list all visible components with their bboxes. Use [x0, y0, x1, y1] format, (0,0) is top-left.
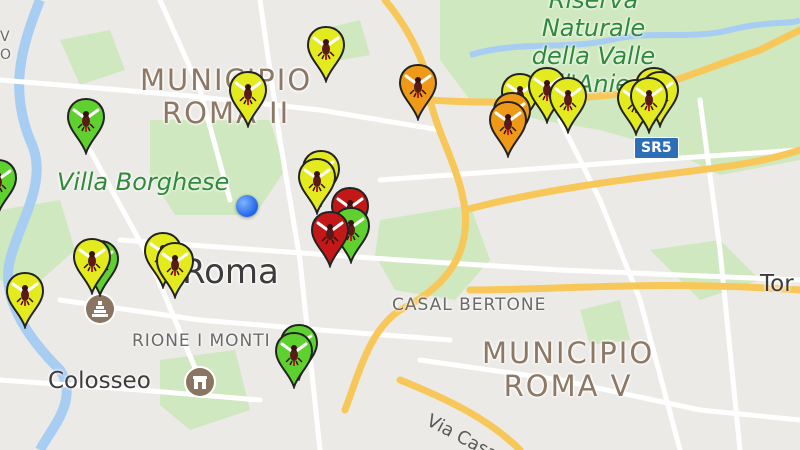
yellow-marker-pin [306, 25, 346, 83]
label-roma: Roma [182, 252, 279, 292]
marker-yellow-1[interactable] [306, 25, 346, 83]
marker-yellow-11[interactable] [548, 76, 588, 134]
label-casal-bertone: CASAL BERTONE [392, 295, 547, 315]
label-municipio-v: MUNICIPIO ROMA V [482, 336, 655, 403]
green-marker-pin [66, 97, 106, 155]
marker-orange-1[interactable] [398, 63, 438, 121]
yellow-marker-pin [72, 237, 112, 295]
yellow-marker-pin [5, 271, 45, 329]
marker-red-2[interactable] [310, 210, 350, 268]
green-marker-pin [0, 159, 18, 212]
red-marker-pin [310, 210, 350, 268]
label-colosseo: Colosseo [48, 368, 151, 394]
yellow-marker-pin [228, 70, 268, 128]
label-villa-borghese: Villa Borghese [57, 168, 230, 196]
label-edge-v: V [0, 29, 11, 45]
marker-green-1[interactable] [66, 97, 106, 155]
road-shield-sr5: SR5 [634, 137, 679, 159]
yellow-marker-pin [548, 76, 588, 134]
marker-yellow-15[interactable] [629, 76, 669, 134]
label-rione-monti: RIONE I MONTI [132, 331, 271, 351]
orange-marker-pin [398, 63, 438, 121]
marker-yellow-2[interactable] [228, 70, 268, 128]
map-view[interactable]: MUNICIPIO ROMA II MUNICIPIO ROMA V Riser… [0, 0, 800, 450]
label-edge-o: O [0, 47, 13, 63]
label-tor: Tor [760, 271, 794, 297]
label-municipio-ii: MUNICIPIO ROMA II [140, 63, 313, 130]
marker-orange-3[interactable] [488, 100, 528, 158]
monument-icon[interactable] [86, 295, 114, 323]
green-marker-pin [274, 331, 314, 389]
marker-green-6[interactable] [274, 331, 314, 389]
yellow-marker-pin [155, 241, 195, 299]
marker-yellow-6[interactable] [155, 241, 195, 299]
current-location-dot[interactable] [236, 195, 258, 217]
yellow-marker-pin [629, 76, 669, 134]
orange-marker-pin [488, 100, 528, 158]
museum-icon[interactable] [186, 368, 214, 396]
marker-green-2[interactable] [0, 158, 18, 216]
marker-yellow-8[interactable] [5, 271, 45, 329]
marker-yellow-7[interactable] [72, 237, 112, 295]
